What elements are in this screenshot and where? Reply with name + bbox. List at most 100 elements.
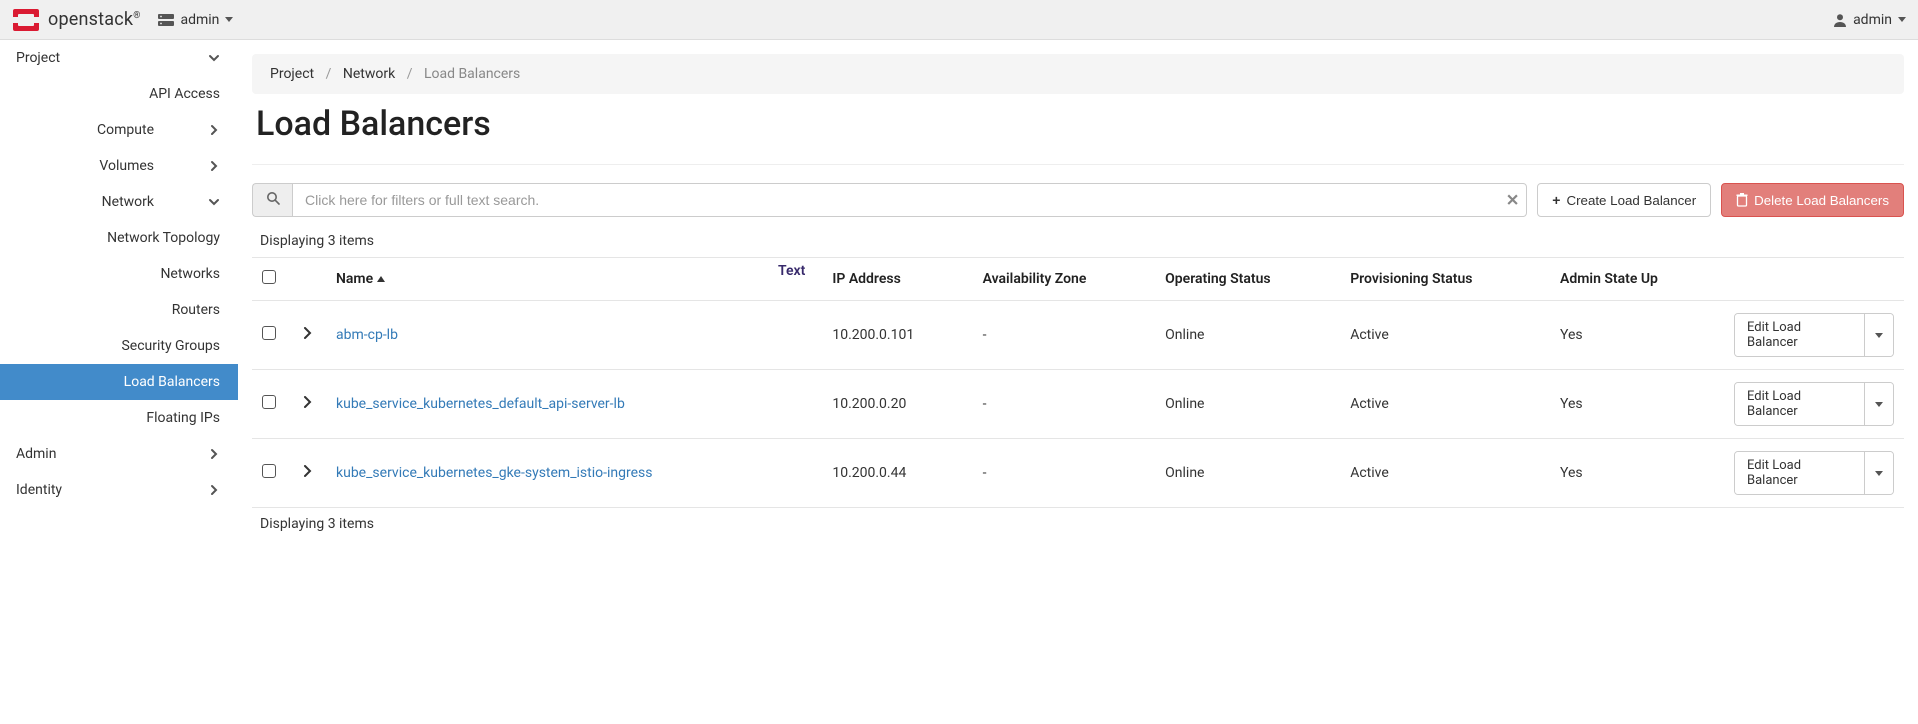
divider (252, 164, 1904, 165)
topbar: openstack® admin admin (0, 0, 1918, 40)
cell-op-status: Online (1155, 370, 1340, 439)
sidebar-network[interactable]: Network (0, 184, 238, 220)
header-admin-state[interactable]: Admin State Up (1550, 258, 1724, 301)
sidebar-identity[interactable]: Identity (0, 472, 238, 508)
page-title: Load Balancers (256, 104, 1900, 144)
cell-admin-state: Yes (1550, 439, 1724, 508)
brand-logo[interactable]: openstack® (12, 8, 140, 32)
cell-az: - (973, 301, 1156, 370)
sidebar-volumes[interactable]: Volumes (0, 148, 238, 184)
chevron-right-icon (206, 482, 222, 498)
row-action-split: Edit Load Balancer (1734, 313, 1894, 357)
header-op-status[interactable]: Operating Status (1155, 258, 1340, 301)
header-az[interactable]: Availability Zone (973, 258, 1156, 301)
create-load-balancer-button[interactable]: + Create Load Balancer (1537, 183, 1711, 217)
expand-row-icon[interactable] (302, 396, 316, 412)
cell-admin-state: Yes (1550, 370, 1724, 439)
chevron-down-icon (206, 50, 222, 66)
display-count-bottom: Displaying 3 items (260, 516, 1896, 532)
row-action-split: Edit Load Balancer (1734, 382, 1894, 426)
header-expand (292, 258, 326, 301)
expand-row-icon[interactable] (302, 327, 316, 343)
project-selector-label: admin (180, 12, 219, 28)
select-all-checkbox[interactable] (262, 270, 276, 284)
search-wrap: ✕ (252, 183, 1527, 217)
edit-load-balancer-button[interactable]: Edit Load Balancer (1735, 452, 1865, 494)
breadcrumb-project[interactable]: Project (270, 66, 314, 82)
clear-icon[interactable]: ✕ (1506, 191, 1519, 210)
lb-name-link[interactable]: abm-cp-lb (336, 327, 398, 343)
lb-name-link[interactable]: kube_service_kubernetes_default_api-serv… (336, 396, 625, 412)
sidebar-security-groups[interactable]: Security Groups (0, 328, 238, 364)
search-icon (266, 191, 280, 209)
user-menu[interactable]: admin (1833, 12, 1906, 28)
plus-icon: + (1552, 193, 1560, 207)
breadcrumb-network[interactable]: Network (343, 66, 395, 82)
openstack-icon (12, 8, 40, 32)
main-layout: Project API Access Compute Volumes Netwo… (0, 40, 1918, 554)
load-balancer-table: Name IP Address Availability Zone Operat… (252, 257, 1904, 508)
caret-down-icon (1875, 402, 1883, 407)
expand-row-icon[interactable] (302, 465, 316, 481)
sidebar-floating-ips[interactable]: Floating IPs (0, 400, 238, 436)
table-row: kube_service_kubernetes_gke-system_istio… (252, 439, 1904, 508)
sidebar-load-balancers[interactable]: Load Balancers (0, 364, 238, 400)
sidebar-admin[interactable]: Admin (0, 436, 238, 472)
cell-prov-status: Active (1340, 301, 1550, 370)
row-checkbox[interactable] (262, 326, 276, 340)
edit-load-balancer-button[interactable]: Edit Load Balancer (1735, 314, 1865, 356)
sidebar-api-access[interactable]: API Access (0, 76, 238, 112)
chevron-right-icon (206, 122, 222, 138)
delete-load-balancers-button[interactable]: Delete Load Balancers (1721, 183, 1904, 217)
row-action-dropdown[interactable] (1865, 452, 1893, 494)
row-action-dropdown[interactable] (1865, 383, 1893, 425)
content-area: Project / Network / Load Balancers Load … (238, 40, 1918, 554)
header-actions (1724, 258, 1904, 301)
chevron-down-icon (206, 194, 222, 210)
sidebar-project[interactable]: Project (0, 40, 238, 76)
chevron-right-icon (206, 446, 222, 462)
header-name[interactable]: Name (326, 258, 822, 301)
chevron-right-icon (206, 158, 222, 174)
sidebar-project-label: Project (16, 50, 206, 66)
breadcrumb: Project / Network / Load Balancers (252, 54, 1904, 94)
row-checkbox[interactable] (262, 464, 276, 478)
topbar-left: openstack® admin (12, 8, 233, 32)
trash-icon (1736, 193, 1748, 207)
sort-asc-icon (377, 276, 385, 282)
table-toolbar: ✕ + Create Load Balancer Delete Load Bal… (252, 183, 1904, 217)
breadcrumb-current: Load Balancers (424, 66, 520, 82)
breadcrumb-sep: / (407, 66, 413, 82)
header-prov-status[interactable]: Provisioning Status (1340, 258, 1550, 301)
cell-prov-status: Active (1340, 439, 1550, 508)
user-menu-label: admin (1853, 12, 1892, 28)
search-icon-box (252, 183, 292, 217)
display-count-top: Displaying 3 items (260, 233, 1896, 249)
cell-az: - (973, 439, 1156, 508)
table-row: abm-cp-lb10.200.0.101-OnlineActiveYesEdi… (252, 301, 1904, 370)
brand-text: openstack® (48, 9, 140, 30)
header-ip[interactable]: IP Address (822, 258, 972, 301)
delete-button-label: Delete Load Balancers (1754, 193, 1889, 208)
sidebar-compute[interactable]: Compute (0, 112, 238, 148)
sidebar-routers[interactable]: Routers (0, 292, 238, 328)
table-header-row: Name IP Address Availability Zone Operat… (252, 258, 1904, 301)
row-checkbox[interactable] (262, 395, 276, 409)
sidebar-compute-label: Compute (16, 122, 206, 138)
cell-az: - (973, 370, 1156, 439)
caret-down-icon (1875, 471, 1883, 476)
sidebar-network-topology[interactable]: Network Topology (0, 220, 238, 256)
lb-name-link[interactable]: kube_service_kubernetes_gke-system_istio… (336, 465, 652, 481)
row-action-dropdown[interactable] (1865, 314, 1893, 356)
project-selector[interactable]: admin (158, 12, 233, 28)
sidebar-network-label: Network (16, 194, 206, 210)
edit-load-balancer-button[interactable]: Edit Load Balancer (1735, 383, 1865, 425)
search-input[interactable] (292, 183, 1527, 217)
cell-admin-state: Yes (1550, 301, 1724, 370)
breadcrumb-sep: / (326, 66, 332, 82)
sidebar-identity-label: Identity (16, 482, 206, 498)
sidebar-networks[interactable]: Networks (0, 256, 238, 292)
cell-prov-status: Active (1340, 370, 1550, 439)
cell-ip: 10.200.0.101 (822, 301, 972, 370)
server-icon (158, 14, 174, 26)
